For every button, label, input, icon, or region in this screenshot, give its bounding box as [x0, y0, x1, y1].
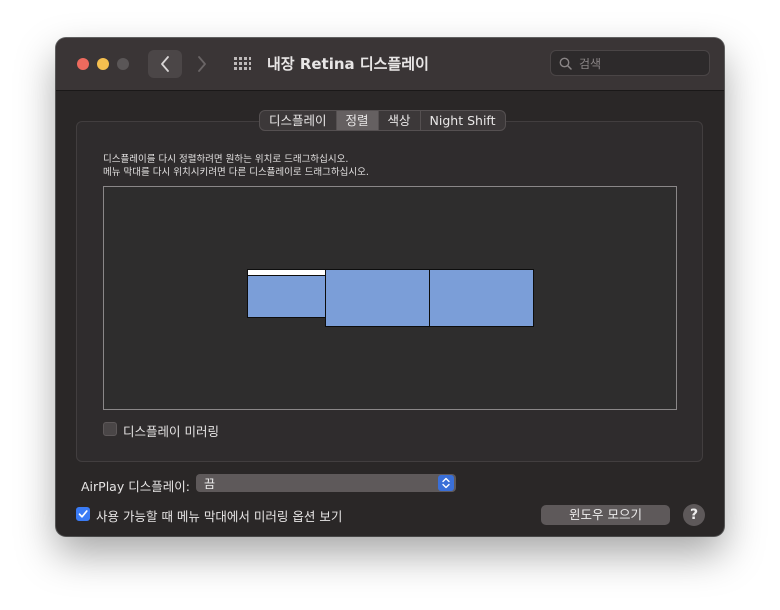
display-secondary-1[interactable] — [325, 269, 430, 327]
gather-windows-button[interactable]: 윈도우 모으기 — [541, 505, 670, 525]
mirroring-label: 디스플레이 미러링 — [123, 424, 219, 439]
chevron-right-icon — [198, 56, 206, 72]
close-button[interactable] — [77, 58, 89, 70]
airplay-select[interactable]: 끔 — [196, 474, 456, 492]
help-button[interactable]: ? — [683, 504, 705, 526]
menubar-option-checkbox[interactable] — [76, 507, 90, 521]
airplay-value: 끔 — [204, 477, 216, 491]
tab-display[interactable]: 디스플레이 — [260, 111, 337, 130]
tab-color[interactable]: 색상 — [379, 111, 421, 130]
mirroring-checkbox[interactable] — [103, 422, 117, 436]
display-main[interactable] — [247, 269, 326, 318]
instruction-line-1: 디스플레이를 다시 정렬하려면 원하는 위치로 드래그하십시오. — [103, 154, 349, 165]
search-field[interactable] — [550, 50, 710, 76]
airplay-label: AirPlay 디스플레이: — [81, 479, 190, 494]
show-all-button[interactable] — [232, 54, 252, 74]
chevron-left-icon — [161, 56, 169, 72]
back-button[interactable] — [148, 50, 182, 78]
tab-bar: 디스플레이 정렬 색상 Night Shift — [259, 110, 506, 131]
menubar-option-label: 사용 가능할 때 메뉴 막대에서 미러링 옵션 보기 — [96, 509, 343, 524]
display-arrangement-area[interactable] — [103, 186, 677, 410]
forward-button[interactable] — [188, 50, 216, 78]
updown-chevron-icon — [438, 475, 454, 491]
search-icon — [559, 57, 572, 70]
preferences-window: 내장 Retina 디스플레이 디스플레이 정렬 색상 Night Shift … — [56, 38, 724, 536]
instruction-line-2: 메뉴 막대를 다시 위치시키려면 다른 디스플레이로 드래그하십시오. — [103, 167, 369, 178]
grid-icon — [234, 57, 251, 70]
tab-arrangement[interactable]: 정렬 — [336, 111, 379, 130]
minimize-button[interactable] — [97, 58, 109, 70]
zoom-button[interactable] — [117, 58, 129, 70]
instructions: 디스플레이를 다시 정렬하려면 원하는 위치로 드래그하십시오. 메뉴 막대를 … — [103, 153, 369, 179]
title-bar: 내장 Retina 디스플레이 — [56, 38, 724, 91]
window-title: 내장 Retina 디스플레이 — [267, 55, 429, 73]
search-input[interactable] — [577, 54, 707, 74]
menu-bar-indicator[interactable] — [248, 270, 325, 276]
tab-night-shift[interactable]: Night Shift — [421, 111, 505, 130]
checkmark-icon — [78, 510, 88, 518]
display-secondary-2[interactable] — [429, 269, 534, 327]
